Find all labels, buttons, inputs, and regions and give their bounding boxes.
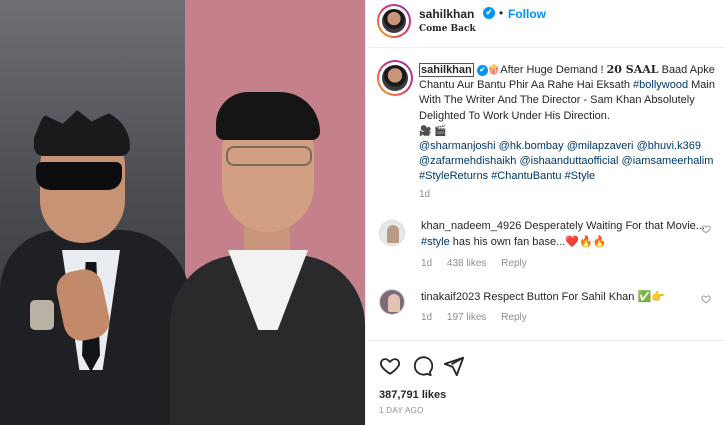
- comment-meta: 1d 197 likes Reply: [421, 312, 539, 323]
- follow-button[interactable]: Follow: [508, 7, 546, 21]
- post-audio-label[interactable]: Come Back: [419, 24, 476, 34]
- post-actions: 387,791 likes 1 DAY AGO: [366, 340, 725, 425]
- comment-text: Desperately Waiting For that Movie...: [524, 220, 705, 232]
- camera-emoji: 🎥 🎬: [419, 125, 447, 137]
- commenter-avatar[interactable]: [379, 220, 405, 246]
- popcorn-emoji: 🍿: [487, 65, 501, 76]
- verified-badge-icon: ✔: [483, 7, 495, 19]
- mention-link[interactable]: @zafarmehdishaikh: [419, 155, 516, 167]
- comment: tinakaif2023 Respect Button For Sahil Kh…: [421, 290, 716, 306]
- post-image[interactable]: [0, 0, 365, 425]
- comment-meta: 1d 438 likes Reply: [421, 258, 539, 269]
- avatar-photo: [382, 9, 406, 33]
- caption-username[interactable]: sahilkhan: [419, 63, 474, 77]
- separator-dot: •: [499, 6, 504, 20]
- hashtag-link[interactable]: #ChantuBantu: [491, 170, 561, 182]
- comment-emoji: ❤️🔥🔥: [565, 235, 607, 248]
- comment-username[interactable]: khan_nadeem_4926: [421, 220, 521, 232]
- post-caption: sahilkhan ✔ 🍿After Huge Demand ! 20 SAAL …: [419, 62, 719, 185]
- person-left-sunglasses: [36, 162, 122, 190]
- reply-button[interactable]: Reply: [501, 312, 527, 323]
- verified-badge-icon: ✔: [476, 64, 488, 76]
- comment-emoji: ✅👉: [637, 291, 665, 303]
- person-right-glasses: [226, 146, 312, 166]
- hashtag-link[interactable]: #style: [421, 236, 450, 248]
- comment-text: has his own fan base...: [449, 235, 566, 248]
- comment-icon[interactable]: [411, 355, 433, 377]
- mention-link[interactable]: @bhuvi.k369: [637, 140, 701, 152]
- comment-like-heart-icon[interactable]: [701, 294, 711, 304]
- mention-link[interactable]: @sharmanjoshi: [419, 140, 496, 152]
- mention-link[interactable]: @hk.bombay: [499, 140, 564, 152]
- reply-button[interactable]: Reply: [501, 258, 527, 269]
- hashtag-link[interactable]: #Style: [565, 170, 596, 182]
- comment-username[interactable]: tinakaif2023: [421, 291, 480, 303]
- share-icon[interactable]: [443, 355, 465, 377]
- commenter-avatar[interactable]: [379, 289, 405, 315]
- comment-like-count[interactable]: 197 likes: [447, 312, 486, 323]
- author-username[interactable]: sahilkhan: [419, 7, 474, 21]
- author-avatar[interactable]: [377, 4, 411, 38]
- like-count[interactable]: 387,791 likes: [379, 389, 446, 401]
- post-side-panel: sahilkhan ✔ • Follow Come Back sahilkhan…: [365, 0, 725, 425]
- comment-like-heart-icon[interactable]: [701, 224, 711, 234]
- comment-text: Respect Button For Sahil Khan: [483, 291, 635, 303]
- caption-timestamp[interactable]: 1d: [419, 189, 430, 200]
- comment-time[interactable]: 1d: [421, 258, 432, 269]
- heart-icon[interactable]: [379, 355, 401, 377]
- post-header: sahilkhan ✔ • Follow Come Back: [366, 0, 725, 48]
- mention-link[interactable]: @milapzaveri: [567, 140, 634, 152]
- person-left-hair: [34, 110, 130, 156]
- caption-author-avatar[interactable]: [377, 60, 413, 96]
- post-date[interactable]: 1 DAY AGO: [379, 406, 424, 415]
- mention-link[interactable]: @ishaanduttaofficial: [519, 155, 618, 167]
- comment-time[interactable]: 1d: [421, 312, 432, 323]
- mention-link[interactable]: @iamsameerhalim: [622, 155, 714, 167]
- hashtag-link[interactable]: #bollywood: [633, 79, 688, 91]
- comment: khan_nadeem_4926 Desperately Waiting For…: [421, 219, 716, 250]
- avatar-photo: [382, 65, 408, 91]
- comment-like-count[interactable]: 438 likes: [447, 258, 486, 269]
- hashtag-link[interactable]: #StyleReturns: [419, 170, 488, 182]
- person-left-watch: [30, 300, 54, 330]
- caption-bold-text: 20 SAAL: [606, 63, 659, 76]
- caption-text: After Huge Demand !: [500, 64, 607, 76]
